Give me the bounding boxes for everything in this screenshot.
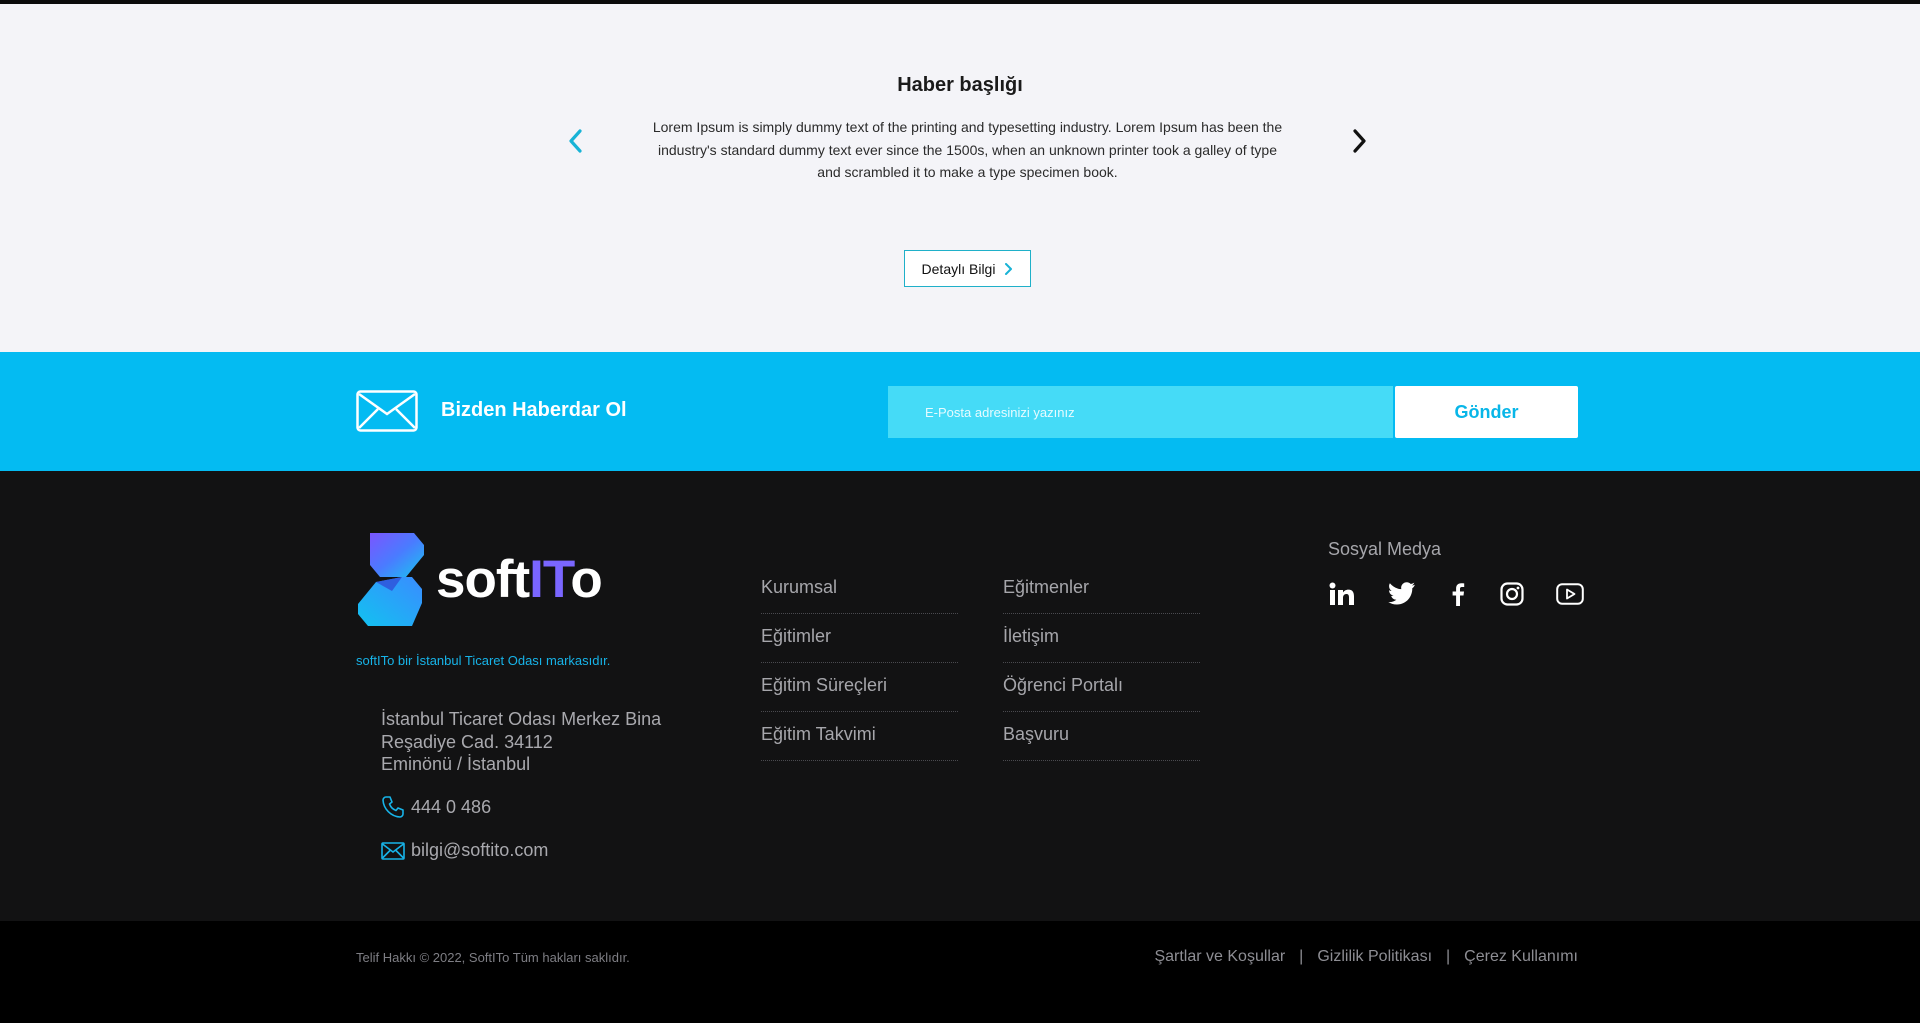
- newsletter-send-button[interactable]: Gönder: [1395, 386, 1578, 438]
- envelope-icon: [356, 390, 418, 432]
- legal-separator: |: [1299, 948, 1304, 965]
- legal-link-privacy[interactable]: Gizlilik Politikası: [1317, 948, 1432, 966]
- chamber-note: softITo bir İstanbul Ticaret Odası marka…: [356, 653, 611, 668]
- youtube-link[interactable]: [1556, 580, 1584, 608]
- footer-link-kurumsal[interactable]: Kurumsal: [761, 565, 958, 614]
- address-line: Eminönü / İstanbul: [381, 754, 531, 774]
- copyright-text: Telif Hakkı © 2022, SoftITo Tüm hakları …: [356, 950, 630, 965]
- bottom-bar: Telif Hakkı © 2022, SoftITo Tüm hakları …: [0, 921, 1920, 1023]
- address-line: Reşadiye Cad. 34112: [381, 731, 553, 752]
- address-block: İstanbul Ticaret Odası Merkez Bina Reşad…: [381, 708, 661, 776]
- footer-link-ogrenci-portali[interactable]: Öğrenci Portalı: [1003, 663, 1200, 712]
- footer-links-column-2: Eğitmenler İletişim Öğrenci Portalı Başv…: [1003, 565, 1200, 761]
- phone-icon: [382, 796, 404, 818]
- chevron-right-icon: [1353, 129, 1366, 153]
- news-carousel: Haber başlığı Lorem Ipsum is simply dumm…: [0, 4, 1920, 352]
- footer-link-egitim-takvimi[interactable]: Eğitim Takvimi: [761, 712, 958, 761]
- softito-s-mark-icon: [358, 533, 424, 626]
- footer-link-egitim-surecleri[interactable]: Eğitim Süreçleri: [761, 663, 958, 712]
- linkedin-link[interactable]: [1328, 580, 1356, 608]
- newsletter-band: Bizden Haberdar Ol Gönder: [0, 352, 1920, 471]
- carousel-next-arrow[interactable]: [1344, 126, 1374, 156]
- social-media-title: Sosyal Medya: [1328, 539, 1442, 559]
- chevron-left-icon: [569, 129, 582, 153]
- twitter-link[interactable]: [1388, 580, 1416, 608]
- footer-links-column-1: Kurumsal Eğitimler Eğitim Süreçleri Eğit…: [761, 565, 958, 761]
- footer-link-egitimler[interactable]: Eğitimler: [761, 614, 958, 663]
- address-line: İstanbul Ticaret Odası Merkez Bina: [381, 709, 662, 729]
- news-title: Haber başlığı: [897, 74, 1023, 96]
- youtube-icon: [1556, 583, 1584, 605]
- footer-link-iletisim[interactable]: İletişim: [1003, 614, 1200, 663]
- instagram-link[interactable]: [1498, 580, 1526, 608]
- legal-links: Şartlar ve Koşullar | Gizlilik Politikas…: [1154, 948, 1578, 966]
- legal-link-terms[interactable]: Şartlar ve Koşullar: [1154, 948, 1285, 966]
- social-media-links: [1328, 580, 1584, 608]
- twitter-icon: [1388, 582, 1415, 605]
- email-contact[interactable]: bilgi@softito.com: [381, 840, 548, 861]
- details-button-label: Detaylı Bilgi: [921, 260, 996, 277]
- phone-contact[interactable]: 444 0 486: [381, 795, 491, 819]
- section-heading-cut-off: [0, 0, 1920, 13]
- facebook-icon: [1452, 583, 1465, 606]
- details-button[interactable]: Detaylı Bilgi: [904, 250, 1031, 287]
- legal-separator: |: [1446, 948, 1451, 965]
- footer-link-egitmenler[interactable]: Eğitmenler: [1003, 565, 1200, 614]
- envelope-icon: [381, 841, 405, 860]
- footer-link-basvuru[interactable]: Başvuru: [1003, 712, 1200, 761]
- softito-logo[interactable]: softITo: [356, 531, 603, 628]
- site-footer: softITo softITo bir İstanbul Ticaret Oda…: [0, 471, 1920, 921]
- linkedin-icon: [1329, 582, 1354, 605]
- email-address: bilgi@softito.com: [411, 840, 549, 860]
- facebook-link[interactable]: [1444, 580, 1472, 608]
- chevron-right-icon: [1005, 262, 1013, 275]
- newsletter-email-input[interactable]: [888, 386, 1393, 438]
- carousel-prev-arrow[interactable]: [561, 126, 591, 156]
- newsletter-title: Bizden Haberdar Ol: [441, 399, 627, 421]
- phone-number: 444 0 486: [411, 796, 492, 817]
- legal-link-cookies[interactable]: Çerez Kullanımı: [1464, 948, 1578, 966]
- news-body-text: Lorem Ipsum is simply dummy text of the …: [652, 119, 1283, 180]
- instagram-icon: [1500, 582, 1524, 606]
- logo-wordmark: softITo: [436, 550, 603, 609]
